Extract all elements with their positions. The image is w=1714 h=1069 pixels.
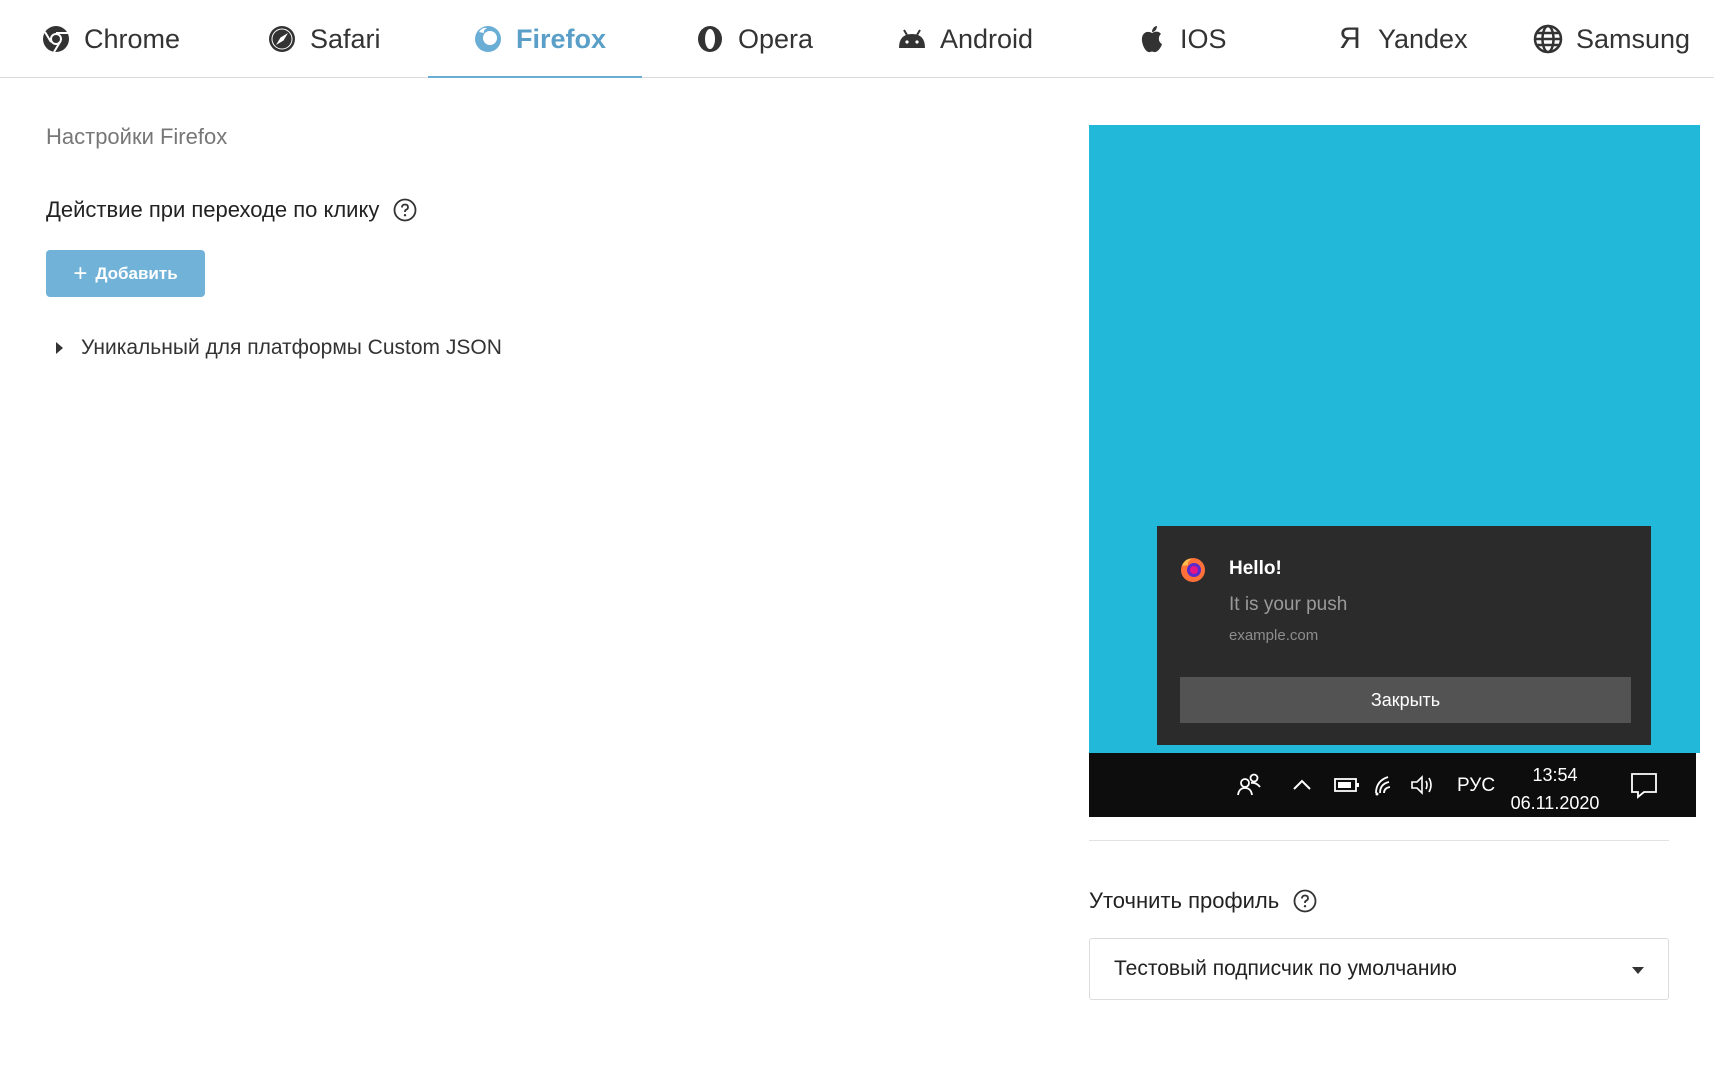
notification-site: example.com bbox=[1229, 627, 1319, 644]
help-icon[interactable] bbox=[393, 198, 417, 222]
custom-json-label: Уникальный для платформы Custom JSON bbox=[81, 336, 502, 359]
notification-close-button[interactable]: Закрыть bbox=[1180, 677, 1631, 723]
tab-safari[interactable]: Safari bbox=[266, 0, 381, 78]
click-action-text: Действие при переходе по клику bbox=[46, 197, 380, 222]
notification-preview: Hello! It is your push example.com Закры… bbox=[1089, 125, 1700, 817]
tab-opera[interactable]: Opera bbox=[694, 0, 813, 78]
taskbar-edge bbox=[1696, 753, 1700, 817]
caret-right-icon bbox=[56, 342, 63, 354]
push-notification: Hello! It is your push example.com Закры… bbox=[1157, 526, 1651, 745]
taskbar: РУС 13:54 06.11.2020 bbox=[1089, 753, 1700, 817]
clock[interactable]: 13:54 06.11.2020 bbox=[1505, 761, 1605, 817]
notification-body: It is your push bbox=[1229, 594, 1348, 615]
people-icon[interactable] bbox=[1235, 771, 1263, 799]
custom-json-toggle[interactable]: Уникальный для платформы Custom JSON bbox=[56, 336, 502, 360]
firefox-icon bbox=[472, 23, 504, 55]
tab-ios[interactable]: IOS bbox=[1136, 0, 1227, 78]
click-action-label: Действие при переходе по клику bbox=[46, 197, 417, 223]
profile-selected-value: Тестовый подписчик по умолчанию bbox=[1114, 957, 1457, 980]
tab-samsung[interactable]: Samsung bbox=[1532, 0, 1690, 78]
chevron-down-icon bbox=[1632, 967, 1644, 974]
tab-label: IOS bbox=[1180, 23, 1227, 54]
tab-chrome[interactable]: Chrome bbox=[40, 0, 180, 78]
help-icon[interactable] bbox=[1293, 889, 1317, 913]
tab-label: Opera bbox=[738, 23, 814, 54]
clock-time: 13:54 bbox=[1532, 765, 1578, 785]
profile-label: Уточнить профиль bbox=[1089, 888, 1317, 914]
tab-firefox[interactable]: Firefox bbox=[472, 0, 606, 78]
tab-label: Chrome bbox=[84, 23, 181, 54]
android-icon bbox=[896, 23, 928, 55]
add-button[interactable]: + Добавить bbox=[46, 250, 205, 297]
profile-select[interactable]: Тестовый подписчик по умолчанию bbox=[1089, 938, 1669, 1000]
tab-android[interactable]: Android bbox=[896, 0, 1033, 78]
action-center-icon[interactable] bbox=[1629, 771, 1659, 799]
wifi-icon[interactable] bbox=[1373, 773, 1399, 797]
safari-icon bbox=[266, 23, 298, 55]
yandex-icon: Я bbox=[1339, 22, 1361, 55]
firefox-logo-icon bbox=[1179, 556, 1207, 584]
clock-date: 06.11.2020 bbox=[1510, 793, 1600, 813]
divider bbox=[1089, 840, 1669, 841]
notification-title: Hello! bbox=[1229, 558, 1282, 579]
volume-icon[interactable] bbox=[1409, 773, 1437, 797]
tab-label: Firefox bbox=[516, 23, 607, 54]
add-button-label: Добавить bbox=[95, 263, 178, 283]
profile-label-text: Уточнить профиль bbox=[1089, 888, 1280, 913]
tab-label: Safari bbox=[310, 23, 381, 54]
tab-label: Android bbox=[940, 23, 1034, 54]
opera-icon bbox=[694, 23, 726, 55]
tab-label: Yandex bbox=[1378, 23, 1468, 54]
apple-icon bbox=[1136, 23, 1168, 55]
chrome-icon bbox=[40, 23, 72, 55]
chevron-up-icon[interactable] bbox=[1291, 775, 1313, 795]
section-title: Настройки Firefox bbox=[46, 124, 228, 149]
browser-tabs: Chrome Safari Firefox Opera Android IOS … bbox=[0, 0, 1714, 78]
tab-label: Samsung bbox=[1576, 23, 1691, 54]
tab-yandex[interactable]: Я Yandex bbox=[1334, 0, 1468, 78]
plus-icon: + bbox=[73, 259, 88, 287]
active-tab-indicator bbox=[428, 76, 642, 78]
battery-icon[interactable] bbox=[1333, 775, 1361, 795]
globe-icon bbox=[1532, 23, 1564, 55]
language-indicator[interactable]: РУС bbox=[1457, 775, 1495, 797]
